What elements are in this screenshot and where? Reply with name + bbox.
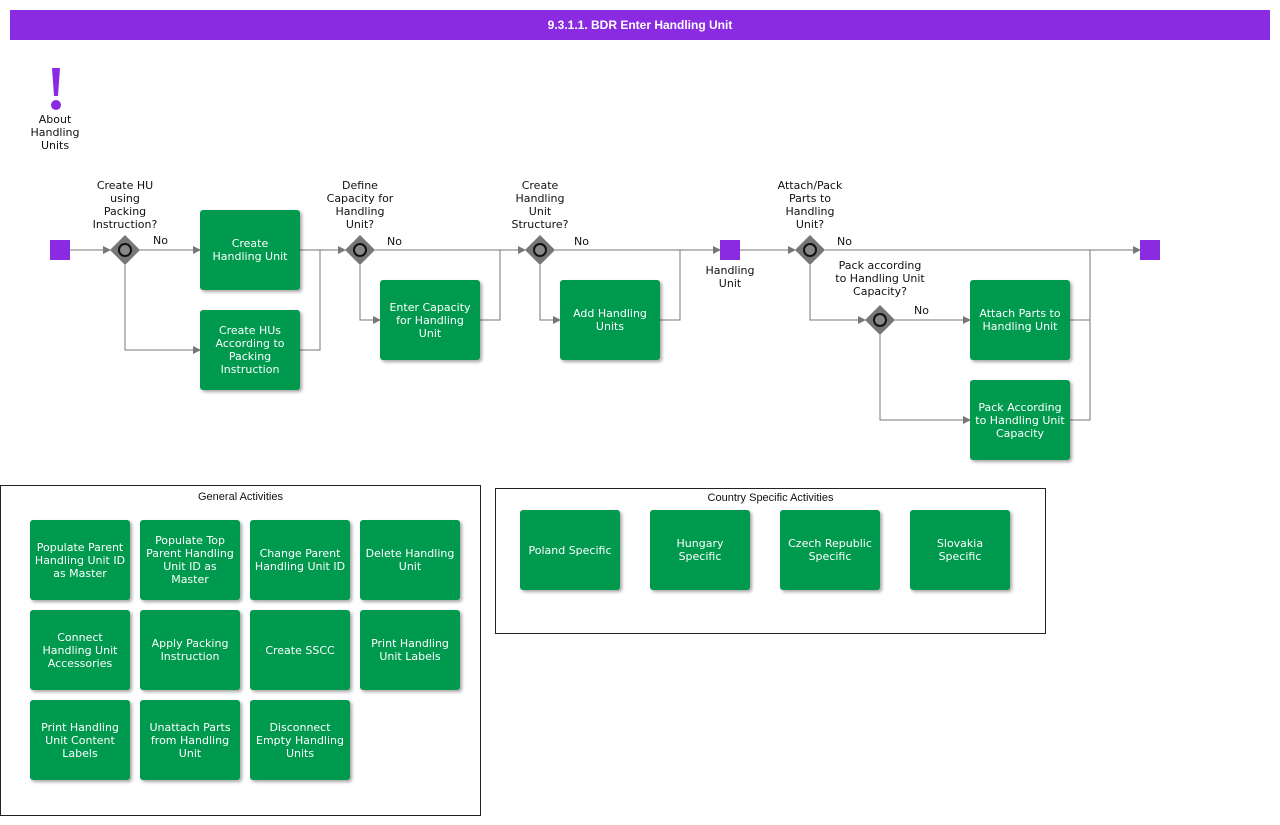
no-label-g2: No	[387, 235, 402, 248]
country-specific-title: Country Specific Activities	[707, 492, 834, 504]
gateway-define-capacity[interactable]	[345, 235, 375, 265]
task-populate-top-parent-hu-id[interactable]: Populate Top Parent Handling Unit ID as …	[140, 520, 240, 600]
intermediate-event-handling-unit[interactable]	[720, 240, 740, 260]
task-print-hu-labels[interactable]: Print Handling Unit Labels	[360, 610, 460, 690]
task-enter-capacity[interactable]: Enter Capacity for Handling Unit	[380, 280, 480, 360]
gateway-create-hu-packing[interactable]	[110, 235, 140, 265]
general-activities-title: General Activities	[198, 491, 283, 503]
gateway-create-structure[interactable]	[525, 235, 555, 265]
gateway-attach-pack[interactable]	[795, 235, 825, 265]
gateway-label-pack-according: Pack according to Handling Unit Capacity…	[835, 259, 925, 298]
no-label-g5: No	[914, 304, 929, 317]
task-populate-parent-hu-id[interactable]: Populate Parent Handling Unit ID as Mast…	[30, 520, 130, 600]
task-poland-specific[interactable]: Poland Specific	[520, 510, 620, 590]
task-print-hu-content-labels[interactable]: Print Handling Unit Content Labels	[30, 700, 130, 780]
task-attach-parts[interactable]: Attach Parts to Handling Unit	[970, 280, 1070, 360]
task-create-handling-unit[interactable]: Create Handling Unit	[200, 210, 300, 290]
task-czech-republic-specific[interactable]: Czech Republic Specific	[780, 510, 880, 590]
gateway-label-attach-pack: Attach/Pack Parts to Handling Unit?	[777, 179, 843, 231]
no-label-g1: No	[153, 234, 168, 247]
task-apply-packing-instruction[interactable]: Apply Packing Instruction	[140, 610, 240, 690]
no-label-g3: No	[574, 235, 589, 248]
task-add-handling-units[interactable]: Add Handling Units	[560, 280, 660, 360]
intermediate-event-label: Handling Unit	[705, 264, 755, 290]
task-create-hus-according-packing[interactable]: Create HUs According to Packing Instruct…	[200, 310, 300, 390]
task-connect-hu-accessories[interactable]: Connect Handling Unit Accessories	[30, 610, 130, 690]
task-disconnect-empty-hus[interactable]: Disconnect Empty Handling Units	[250, 700, 350, 780]
gateway-label-create-hu-packing: Create HU using Packing Instruction?	[92, 179, 158, 231]
task-create-sscc[interactable]: Create SSCC	[250, 610, 350, 690]
no-label-g4: No	[837, 235, 852, 248]
gateway-pack-according-capacity[interactable]	[865, 305, 895, 335]
task-hungary-specific[interactable]: Hungary Specific	[650, 510, 750, 590]
task-slovakia-specific[interactable]: Slovakia Specific	[910, 510, 1010, 590]
gateway-label-define-capacity: Define Capacity for Handling Unit?	[326, 179, 394, 231]
task-pack-according-capacity[interactable]: Pack According to Handling Unit Capacity	[970, 380, 1070, 460]
task-delete-handling-unit[interactable]: Delete Handling Unit	[360, 520, 460, 600]
task-unattach-parts[interactable]: Unattach Parts from Handling Unit	[140, 700, 240, 780]
start-event[interactable]	[50, 240, 70, 260]
gateway-label-create-structure: Create Handling Unit Structure?	[511, 179, 569, 231]
task-change-parent-hu-id[interactable]: Change Parent Handling Unit ID	[250, 520, 350, 600]
end-event[interactable]	[1140, 240, 1160, 260]
